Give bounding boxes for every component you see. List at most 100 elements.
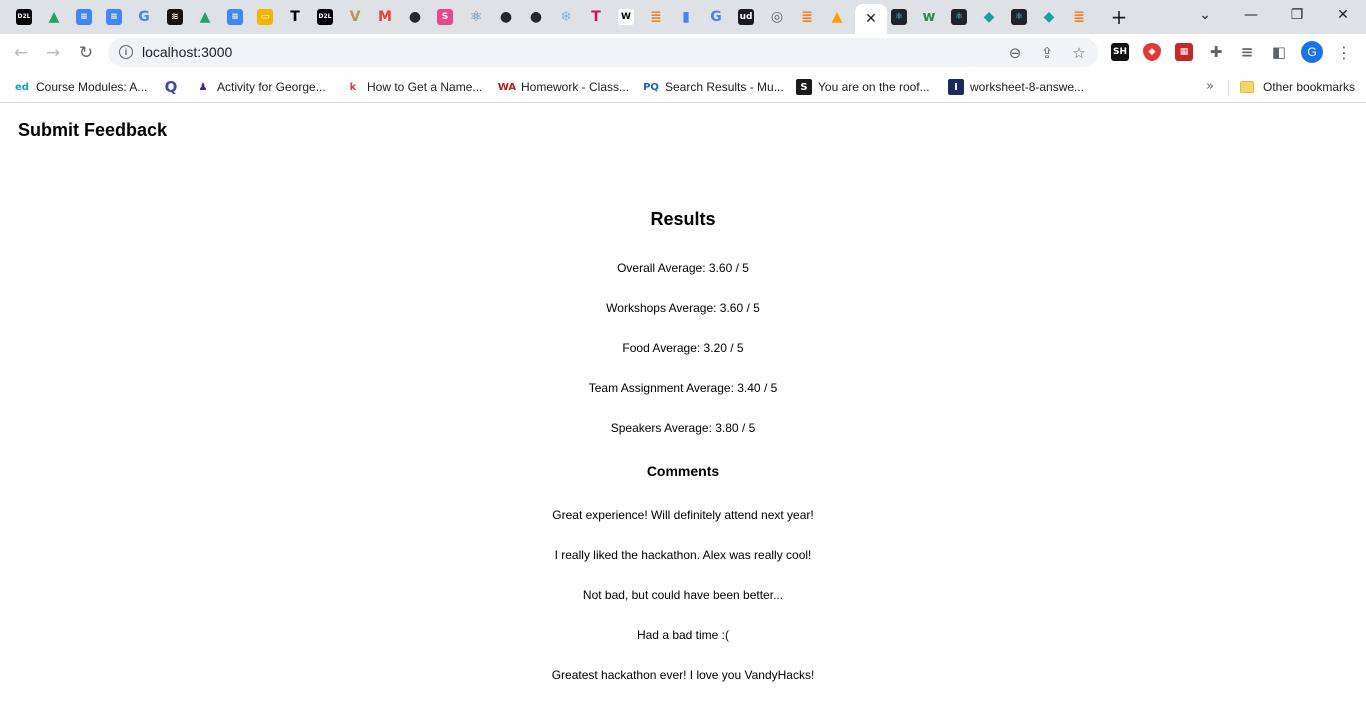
w-icon: w [922,9,936,25]
bookmark-item[interactable]: ed Course Modules: A... [14,75,147,99]
github-icon: ● [529,9,543,25]
google-drive-icon: ▲ [199,9,211,25]
tab-6[interactable]: ≋ [160,5,190,29]
i-icon: I [948,79,964,95]
bookmark-item[interactable]: PQ Search Results - Mu... [643,75,784,99]
site-info-icon[interactable]: i [119,45,133,59]
tab-13[interactable]: M [370,5,400,29]
back-arrow-icon[interactable]: ← [8,40,34,66]
new-tab-button[interactable]: + [1108,5,1130,29]
restore-button[interactable]: ❐ [1274,0,1320,30]
more-bookmarks-chevron-icon[interactable]: » [1206,79,1214,94]
tab-active-localhost[interactable]: ✕ [855,4,887,34]
bookmark-item[interactable]: k How to Get a Name... [345,75,483,99]
google-docs-icon: ≡ [227,9,243,25]
tab-23[interactable]: ▮ [671,5,701,29]
spotify-icon: ≋ [167,9,183,25]
bookmark-label: Activity for George... [217,80,326,94]
tab-30[interactable]: w [914,5,944,29]
react-icon: ⚛ [469,9,483,25]
submit-feedback-heading[interactable]: Submit Feedback [18,120,167,141]
tab-3[interactable]: ≡ [69,5,99,29]
address-bar[interactable]: i localhost:3000 ⊖ ⇪ ☆ [108,38,1098,67]
tab-21[interactable]: W [611,5,641,29]
wikipedia-icon: W [618,9,634,25]
tab-28[interactable]: ▲ [822,5,852,29]
tab-33[interactable]: ⚛ [1004,5,1034,29]
tab-31[interactable]: ⚛ [944,5,974,29]
bookmark-item[interactable]: ♟ Activity for George... [195,75,326,99]
tab-22[interactable]: ≣ [641,5,671,29]
tab-24[interactable]: G [701,5,731,29]
share-icon[interactable]: ⇪ [1037,43,1057,63]
tab-34[interactable]: ◆ [1034,5,1064,29]
browser-toolbar: ← → ↻ i localhost:3000 ⊖ ⇪ ☆ SH ◆ ▦ ✚ ≡ … [0,34,1366,71]
bookmark-star-icon[interactable]: ☆ [1069,43,1089,63]
tab-29[interactable]: ⚛ [884,5,914,29]
snowflake-icon: ❄ [560,9,572,25]
tab-17[interactable]: ● [491,5,521,29]
zoom-icon[interactable]: ⊖ [1005,43,1025,63]
workshops-average: Workshops Average: 3.60 / 5 [606,301,760,315]
side-panel-icon[interactable]: ◧ [1270,43,1288,61]
tab-12[interactable]: V [340,5,370,29]
tab-25[interactable]: ud [731,5,761,29]
tab-5[interactable]: G [129,5,159,29]
studyhall-extension-icon[interactable]: SH [1111,43,1129,61]
react-icon: ⚛ [891,9,907,25]
tab-11[interactable]: D2L [310,5,340,29]
google-docs-icon: ≡ [76,9,92,25]
tab-14[interactable]: ● [400,5,430,29]
grid-extension-icon[interactable]: ▦ [1175,43,1193,61]
food-average: Food Average: 3.20 / 5 [622,341,744,355]
tab-15[interactable]: S [430,5,460,29]
tab-16[interactable]: ⚛ [461,5,491,29]
tab-18[interactable]: ● [521,5,551,29]
comment-item: Not bad, but could have been better... [582,588,784,602]
tab-35[interactable]: ≣ [1064,5,1094,29]
tab-10[interactable]: T [280,5,310,29]
tab-9[interactable]: ▭ [250,5,280,29]
tab-20[interactable]: T [581,5,611,29]
tab-2[interactable]: ▲ [39,5,69,29]
bookmark-item[interactable]: Iworksheet-8-answe... [948,75,1084,99]
url-text[interactable]: localhost:3000 [142,44,232,60]
bookmark-item[interactable]: Q [163,75,185,99]
tab-search-chevron-icon[interactable]: ⌄ [1182,0,1228,30]
bookmark-label: How to Get a Name... [367,80,483,94]
forward-arrow-icon[interactable]: → [40,40,66,66]
gmail-icon: M [378,9,392,25]
ed-icon: ed [15,81,29,93]
extensions-puzzle-icon[interactable]: ✚ [1207,43,1225,61]
tab-4[interactable]: ≡ [99,5,129,29]
tab-19[interactable]: ❄ [551,5,581,29]
other-bookmarks-folder[interactable]: Other bookmarks [1240,75,1355,99]
google-docs-icon: ≡ [106,9,122,25]
tab-1[interactable]: D2L [9,5,39,29]
close-tab-icon[interactable]: ✕ [865,11,877,27]
bookmark-item[interactable]: WA Homework - Class... [498,75,629,99]
s-icon: S [437,9,453,25]
tab-32[interactable]: ◆ [974,5,1004,29]
bookmark-label: Course Modules: A... [36,80,148,94]
t-icon: T [591,9,601,25]
tab-8[interactable]: ≡ [220,5,250,29]
tab-7[interactable]: ▲ [190,5,220,29]
minimize-button[interactable]: — [1228,0,1274,30]
profile-avatar[interactable]: G [1301,41,1323,63]
speakers-average: Speakers Average: 3.80 / 5 [610,421,756,435]
stackoverflow-icon: ≣ [1073,9,1085,25]
google-icon: G [710,9,722,25]
tab-27[interactable]: ≣ [792,5,822,29]
google-icon: G [138,9,150,25]
reload-icon[interactable]: ↻ [73,40,99,66]
chrome-menu-icon[interactable]: ⋮ [1336,42,1352,62]
shield-extension-icon[interactable]: ◆ [1143,43,1161,61]
tab-26[interactable]: ◎ [762,5,792,29]
google-drive-icon: ▲ [48,9,60,25]
bookmark-item[interactable]: S You are on the roof... [796,75,930,99]
firebase-icon: ▲ [831,9,843,25]
comment-item: Great experience! Will definitely attend… [552,508,814,522]
close-window-button[interactable]: ✕ [1320,0,1366,30]
media-control-icon[interactable]: ≡ [1238,43,1256,61]
